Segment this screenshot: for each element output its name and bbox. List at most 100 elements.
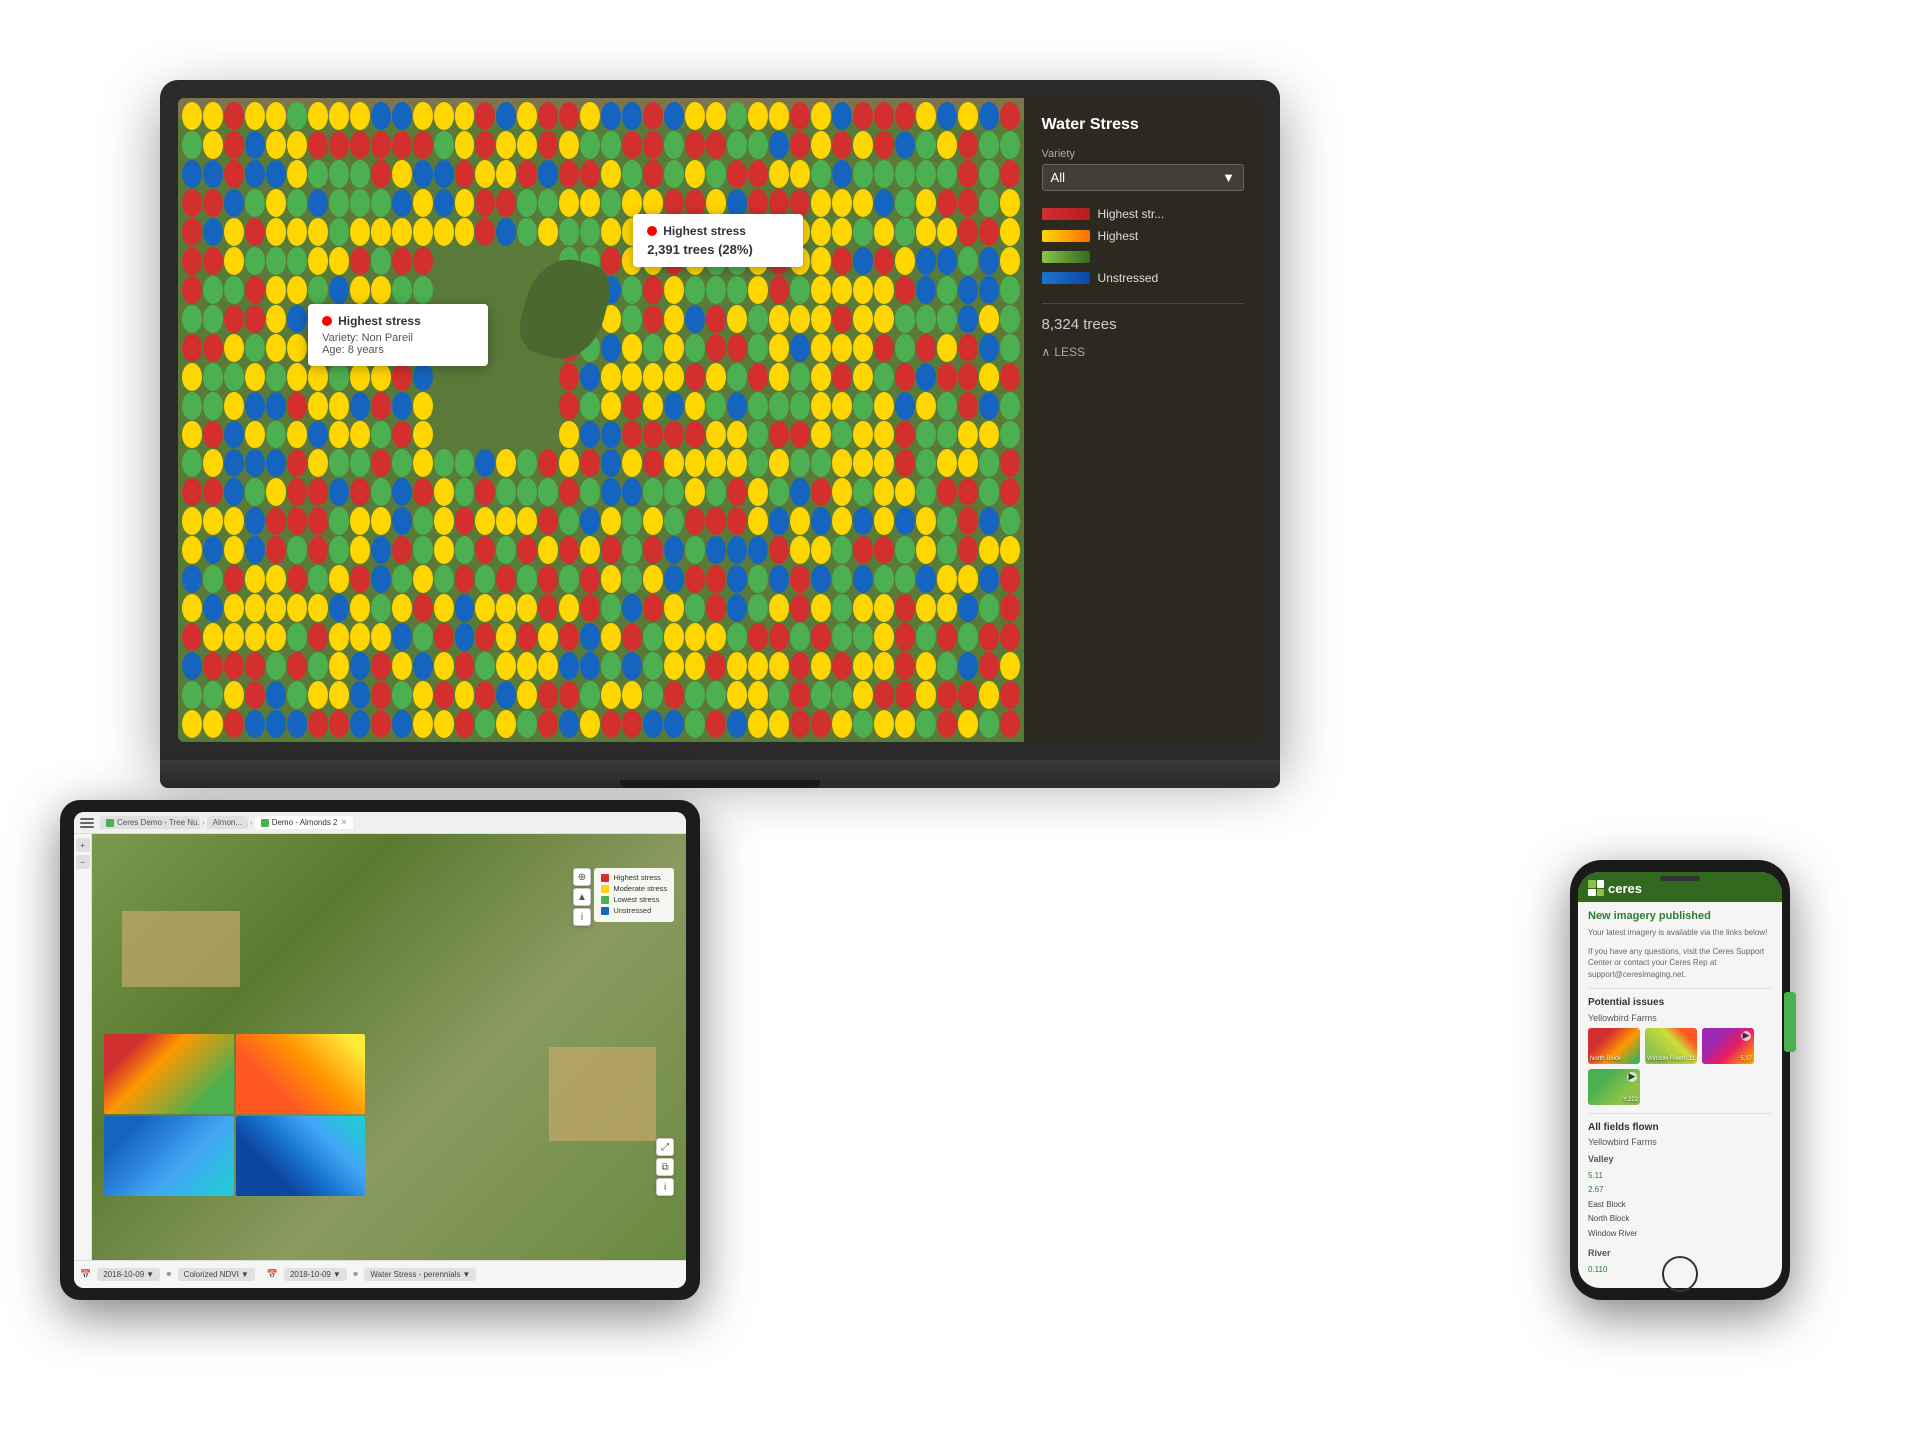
- sq-tr: [1597, 880, 1605, 888]
- date-picker-1[interactable]: 2018-10-09 ▼: [97, 1268, 160, 1281]
- tree-dot: [979, 218, 999, 246]
- tree-dot: [937, 102, 957, 130]
- tree-dot: [706, 334, 726, 362]
- tree-dot: [643, 102, 663, 130]
- zoom-out-button[interactable]: −: [76, 855, 90, 869]
- tree-dot: [727, 392, 747, 420]
- tree-dot: [874, 507, 894, 535]
- tree-dot: [601, 652, 621, 680]
- tree-dot: [685, 594, 705, 622]
- tree-dot: [958, 276, 978, 304]
- tree-dot: [664, 536, 684, 564]
- map-type-1[interactable]: Colorized NDVI ▼: [178, 1268, 255, 1281]
- tree-dot: [392, 247, 412, 275]
- tree-dot: [664, 160, 684, 188]
- recenter-button[interactable]: ⊕: [573, 868, 591, 886]
- layers-button[interactable]: ⧉: [656, 1158, 674, 1176]
- tab-close-icon[interactable]: ✕: [341, 818, 348, 827]
- zoom-in-button[interactable]: +: [76, 838, 90, 852]
- tab-label-2: Almon...: [213, 818, 242, 827]
- tree-dot: [958, 189, 978, 217]
- tree-dot: [475, 681, 495, 709]
- tree-dot: [853, 334, 873, 362]
- info2-button[interactable]: i: [656, 1178, 674, 1196]
- legend-item-medium: [1042, 251, 1244, 263]
- tree-dot: [832, 652, 852, 680]
- tree-dot: [916, 189, 936, 217]
- tree-dot: [413, 421, 433, 449]
- tree-dot: [329, 536, 349, 564]
- tree-dot: [811, 363, 831, 391]
- tree-dot: [832, 449, 852, 477]
- tree-dot: [392, 102, 412, 130]
- tree-dot: [748, 305, 768, 333]
- less-button[interactable]: ∧ LESS: [1042, 345, 1244, 359]
- field-thumb-4[interactable]: ▶ Y.222: [1588, 1069, 1640, 1105]
- tree-dot: [937, 594, 957, 622]
- date-picker-2[interactable]: 2018-10-09 ▼: [284, 1268, 347, 1281]
- tree-dot: [245, 449, 265, 477]
- sq-tl: [1588, 880, 1596, 888]
- variety-select[interactable]: All ▼: [1042, 164, 1244, 191]
- tree-dot: [748, 681, 768, 709]
- tree-dot: [224, 594, 244, 622]
- field-thumb-1[interactable]: North Block: [1588, 1028, 1640, 1064]
- legend-square-4: [601, 907, 609, 915]
- tree-dot: [245, 363, 265, 391]
- tree-dot: [790, 449, 810, 477]
- info-button[interactable]: i: [573, 908, 591, 926]
- tree-dot: [685, 392, 705, 420]
- location-button[interactable]: ▲: [573, 888, 591, 906]
- tree-dot: [685, 507, 705, 535]
- tree-dot: [685, 160, 705, 188]
- tree-dot: [853, 189, 873, 217]
- browser-tab-3[interactable]: Demo - Almonds 2 ✕: [255, 816, 354, 829]
- browser-tab-2[interactable]: Almon...: [207, 816, 248, 829]
- tree-dot: [182, 276, 202, 304]
- tree-dot: [979, 623, 999, 651]
- field-thumb-3[interactable]: ▶ 5.37: [1702, 1028, 1754, 1064]
- field-thumb-2[interactable]: Window River 0.11: [1645, 1028, 1697, 1064]
- potential-issues-title: Potential issues: [1588, 997, 1772, 1008]
- map-type-2[interactable]: Water Stress - perennials ▼: [364, 1268, 476, 1281]
- tree-dot: [685, 276, 705, 304]
- fullscreen-button[interactable]: ⤢: [656, 1138, 674, 1156]
- tree-dot: [413, 189, 433, 217]
- calendar-icon-2: 📅: [267, 1269, 278, 1280]
- tree-dot: [601, 160, 621, 188]
- tree-dot: [622, 131, 642, 159]
- tree-dot: [979, 131, 999, 159]
- tree-dot: [601, 363, 621, 391]
- tree-dot: [958, 102, 978, 130]
- tree-dot: [706, 421, 726, 449]
- tree-dot: [559, 565, 579, 593]
- tree-dot: [413, 218, 433, 246]
- tree-dot: [958, 449, 978, 477]
- browser-tab-1[interactable]: Ceres Demo - Tree Nu...: [100, 816, 200, 829]
- tree-dot: [958, 160, 978, 188]
- tree-dot: [853, 102, 873, 130]
- all-fields-title: All fields flown: [1588, 1122, 1772, 1133]
- legend-item-high: Highest: [1042, 229, 1244, 243]
- tree-dot: [329, 247, 349, 275]
- tree-dot: [958, 131, 978, 159]
- tree-dot: [937, 449, 957, 477]
- tree-dot: [224, 160, 244, 188]
- tree-dot: [895, 507, 915, 535]
- tree-dot: [958, 623, 978, 651]
- tree-dot: [895, 594, 915, 622]
- thumb-score-2: 0.11: [1684, 1056, 1695, 1062]
- tree-dot: [182, 189, 202, 217]
- tree-dot: [832, 334, 852, 362]
- tree-dot: [245, 421, 265, 449]
- legend-label-unstressed: Unstressed: [1098, 271, 1159, 285]
- hamburger-icon[interactable]: [80, 818, 94, 828]
- notification-title: New imagery published: [1588, 910, 1772, 922]
- notification-subtitle: Your latest imagery is available via the…: [1588, 927, 1772, 938]
- tree-dot: [706, 623, 726, 651]
- tree-dot: [685, 363, 705, 391]
- tree-dot: [245, 565, 265, 593]
- tree-dot: [329, 363, 349, 391]
- tree-dot: [266, 421, 286, 449]
- phone-home-button[interactable]: [1662, 1256, 1698, 1292]
